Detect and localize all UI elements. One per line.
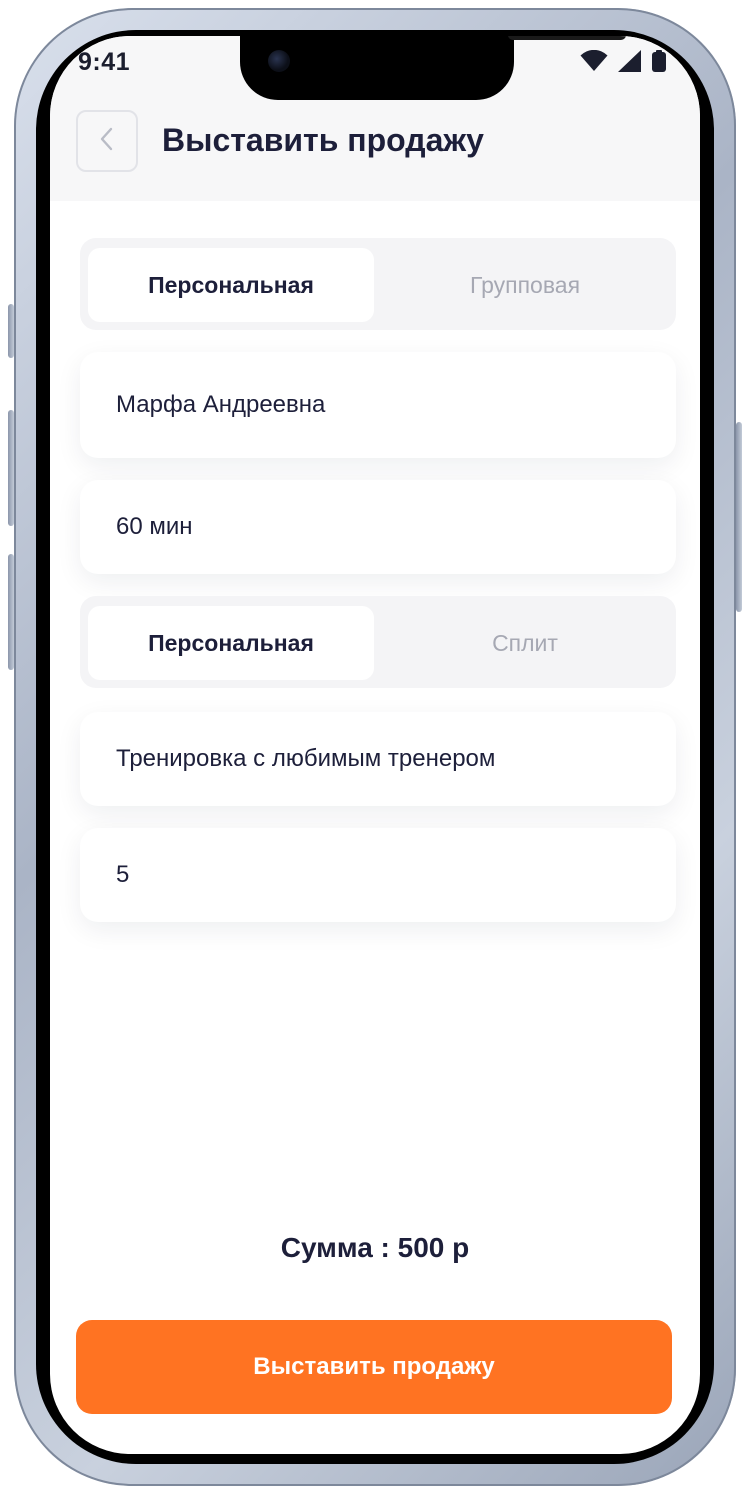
segment-option-split[interactable]: Сплит [380,606,670,680]
battery-icon [652,50,666,77]
volume-up-button [8,410,14,526]
app-screen: Выставить продажу 9:41 Персональная Груп… [50,36,700,1454]
status-time: 9:41 [78,48,131,76]
submit-sale-button[interactable]: Выставить продажу [76,1320,672,1414]
mute-switch [8,304,14,358]
quantity-field[interactable]: 5 [80,828,676,922]
page-title: Выставить продажу [162,122,484,158]
volume-down-button [8,554,14,670]
service-field[interactable]: Тренировка с любимым тренером [80,712,676,806]
speaker [508,36,626,40]
segment-option-personal[interactable]: Персональная [88,248,374,322]
power-button [736,422,742,612]
status-icons [580,49,666,77]
signal-icon [618,50,642,77]
client-field[interactable]: Марфа Андреевна [80,352,676,458]
back-button[interactable] [76,110,138,172]
duration-field[interactable]: 60 мин [80,480,676,574]
segment-option-personal-training[interactable]: Персональная [88,606,374,680]
training-type-segment: Персональная Сплит [80,596,676,688]
sum-label: Сумма : 500 р [280,1232,470,1263]
wifi-icon [580,49,608,77]
chevron-left-icon [99,126,115,157]
camera [268,50,290,72]
segment-option-group[interactable]: Групповая [380,248,670,322]
sale-type-segment: Персональная Групповая [80,238,676,330]
